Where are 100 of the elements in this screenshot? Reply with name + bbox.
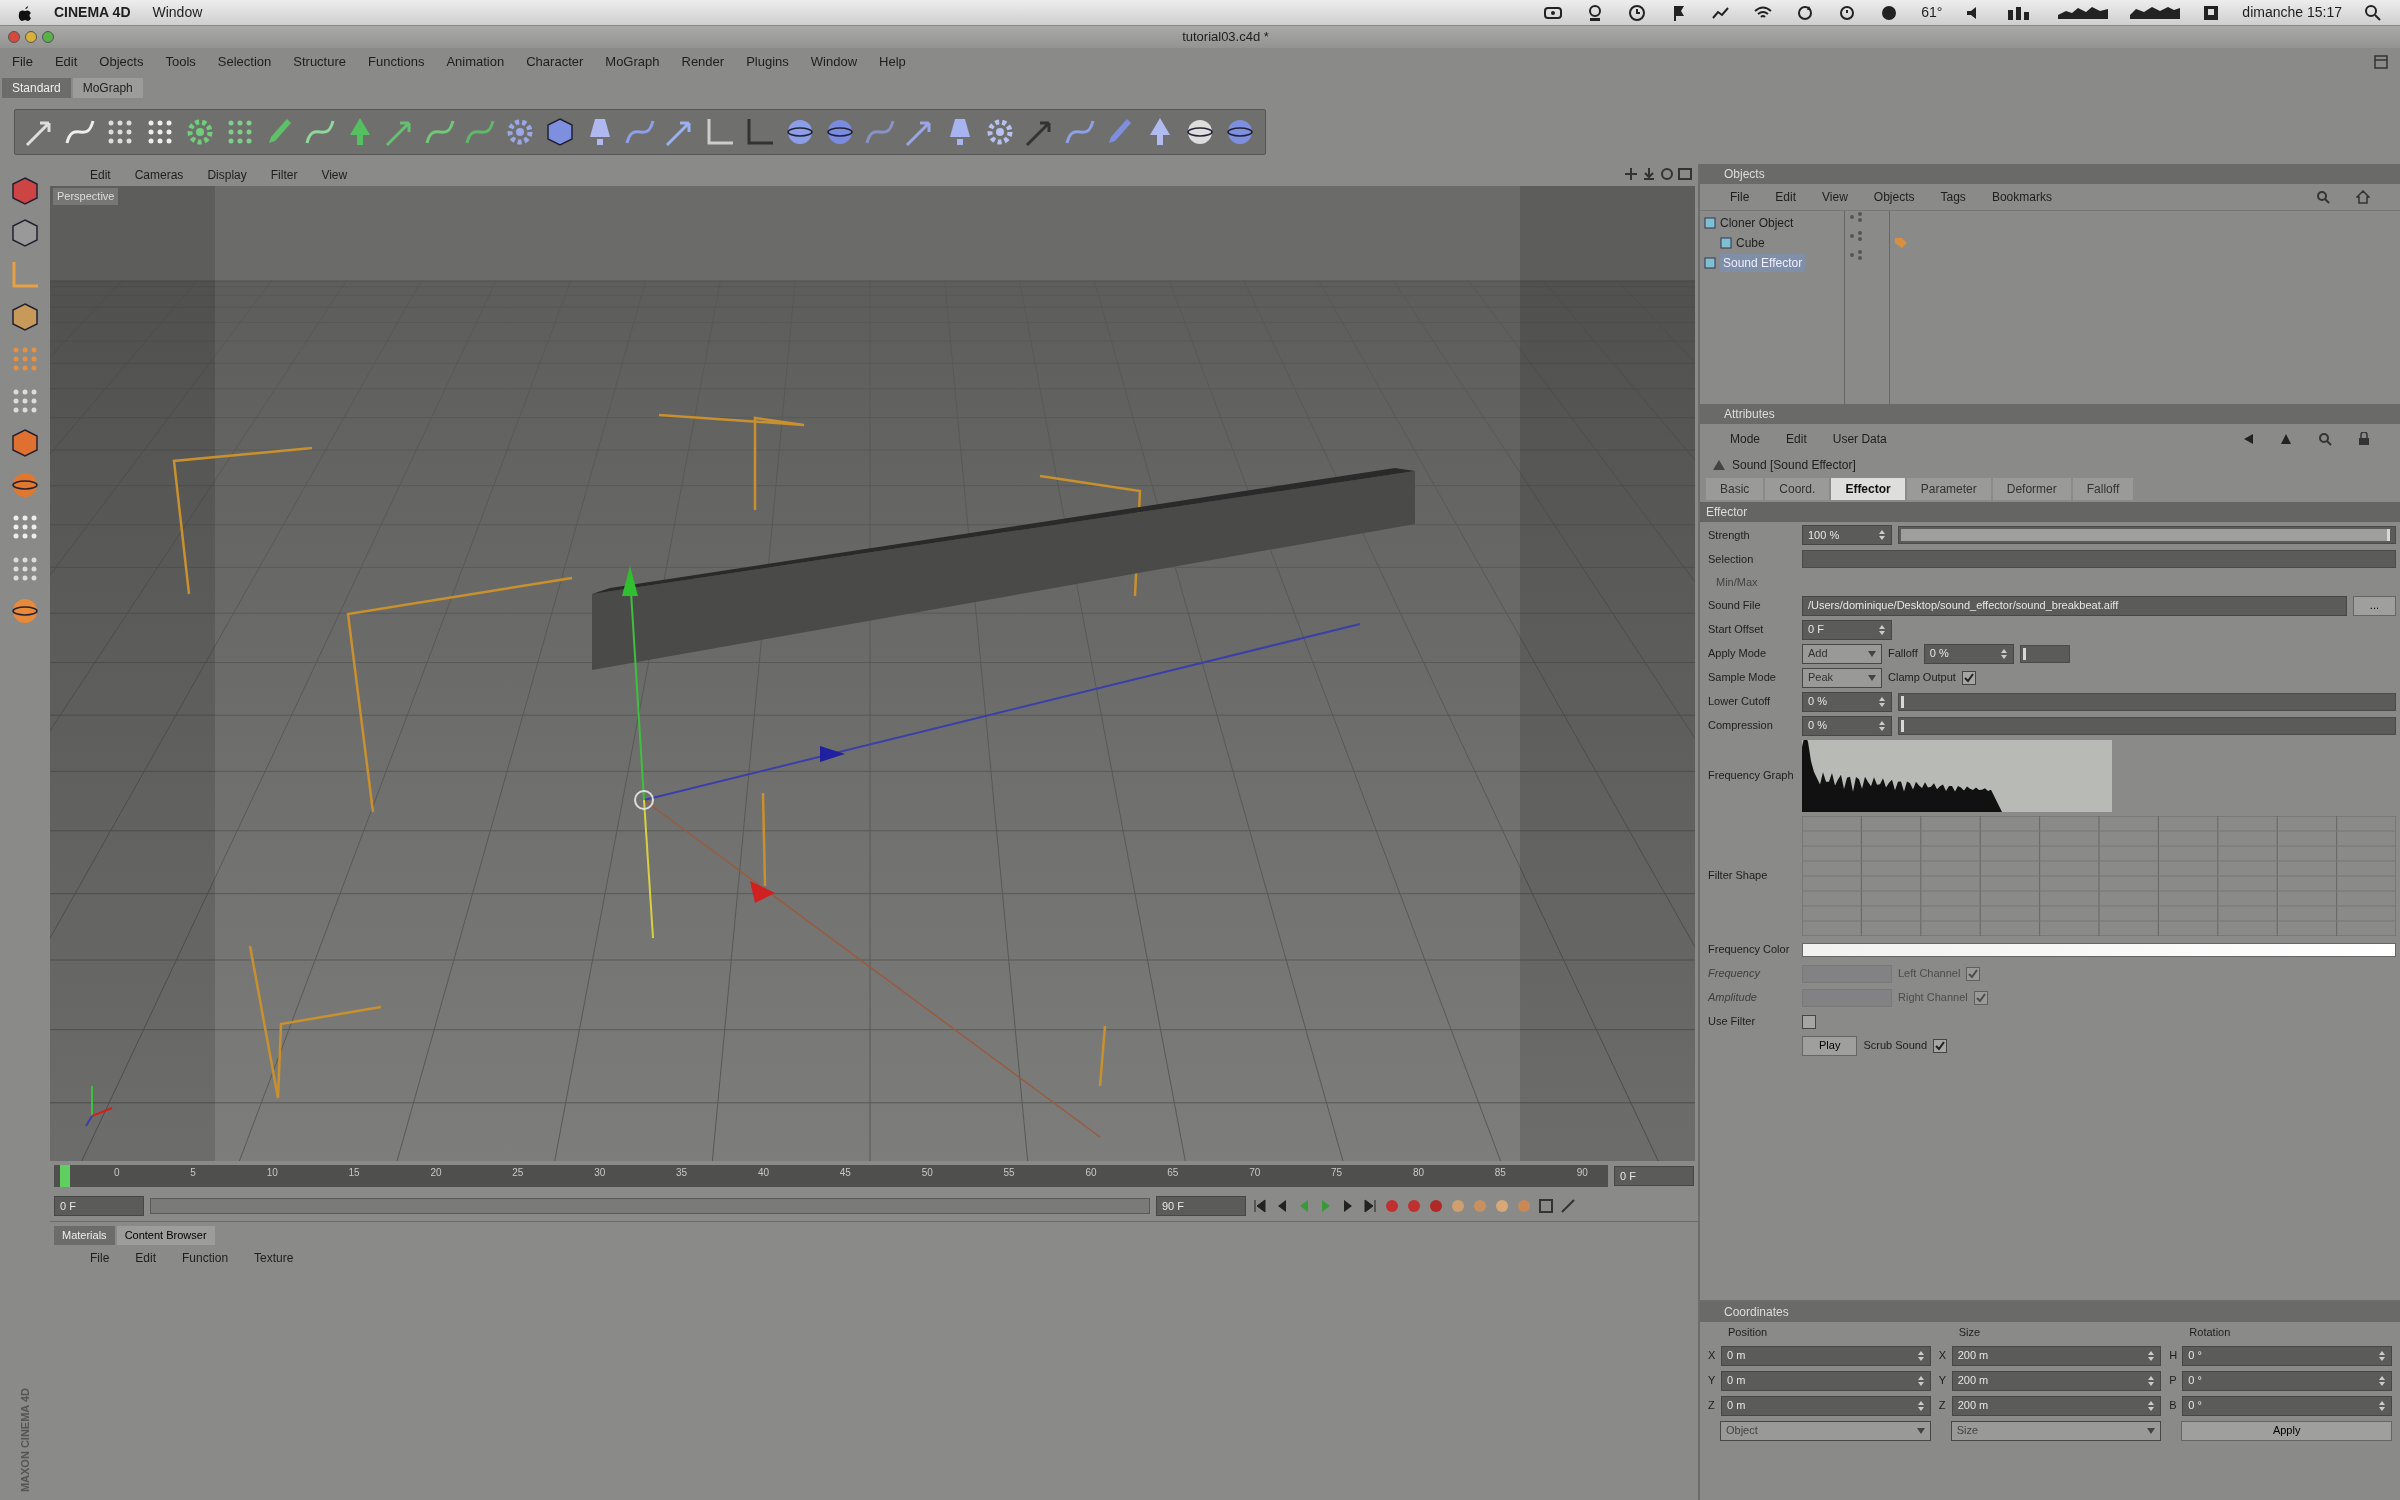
- app-menu[interactable]: CINEMA 4D: [54, 2, 131, 23]
- number-field[interactable]: 0 %: [1802, 691, 1892, 712]
- menu-item[interactable]: Functions: [368, 52, 425, 72]
- number-field[interactable]: 0 m: [1721, 1345, 1931, 1366]
- frame-field[interactable]: 0 F: [1614, 1166, 1694, 1186]
- back-arrow-icon[interactable]: [2242, 433, 2254, 445]
- menu-item[interactable]: Edit: [90, 166, 111, 184]
- layout-tab[interactable]: Standard: [2, 78, 71, 98]
- end-frame-field[interactable]: 90 F: [1156, 1196, 1246, 1216]
- apply-button[interactable]: Apply: [2181, 1420, 2392, 1441]
- menu-item[interactable]: Mode: [1730, 430, 1761, 448]
- slider-fill[interactable]: [2022, 647, 2026, 660]
- checkbox[interactable]: [1961, 670, 1976, 685]
- menu-item[interactable]: Tools: [165, 52, 196, 72]
- menu-item[interactable]: Objects: [1873, 188, 1915, 206]
- menu-item[interactable]: Help: [879, 52, 906, 72]
- color-gradient[interactable]: [1802, 942, 2396, 957]
- link-field[interactable]: [1802, 550, 2396, 568]
- attribute-tab[interactable]: Coord.: [1765, 478, 1830, 500]
- menu-item[interactable]: Texture: [254, 1248, 294, 1267]
- menu-item[interactable]: Bookmarks: [1991, 188, 2052, 206]
- layout-tab[interactable]: MoGraph: [72, 78, 143, 98]
- panel-icon[interactable]: [2374, 55, 2388, 69]
- menu-item[interactable]: Selection: [217, 52, 272, 72]
- attribute-tab[interactable]: Parameter: [1906, 478, 1991, 500]
- menu-item[interactable]: Render: [681, 52, 725, 72]
- number-field[interactable]: 0 %: [1802, 715, 1892, 736]
- menu-item[interactable]: Filter: [270, 166, 298, 184]
- stepper-arrows-icon[interactable]: [1916, 1399, 1925, 1412]
- menu-item[interactable]: Tags: [1940, 188, 1966, 206]
- menu-item[interactable]: Display: [207, 166, 247, 184]
- record-icon[interactable]: [1428, 1198, 1444, 1214]
- menu-item[interactable]: View: [1822, 188, 1848, 206]
- minimize-button[interactable]: [25, 31, 37, 43]
- menu-item[interactable]: Structure: [293, 52, 347, 72]
- rotate-icon[interactable]: [1660, 167, 1674, 181]
- number-field[interactable]: 200 m: [1951, 1370, 2162, 1391]
- menu-item[interactable]: MoGraph: [605, 52, 660, 72]
- number-field[interactable]: 0 m: [1721, 1370, 1931, 1391]
- stepper-arrows-icon[interactable]: [1878, 623, 1886, 636]
- stepper-arrows-icon[interactable]: [1916, 1374, 1925, 1387]
- menu-item[interactable]: Edit: [135, 1248, 157, 1267]
- browse-button[interactable]: ...: [2352, 595, 2396, 616]
- up-arrow-icon[interactable]: [2280, 433, 2292, 445]
- lock-icon[interactable]: [2358, 432, 2370, 446]
- zoom-button[interactable]: [42, 31, 54, 43]
- move-icon[interactable]: [1624, 167, 1638, 181]
- stepper-arrows-icon[interactable]: [1878, 529, 1886, 541]
- stepper-arrows-icon[interactable]: [1878, 719, 1886, 732]
- menu-item[interactable]: User Data: [1832, 430, 1887, 448]
- last-frame-icon[interactable]: [1362, 1198, 1378, 1214]
- number-field[interactable]: 200 m: [1951, 1395, 2162, 1416]
- slider-track[interactable]: [1898, 716, 2396, 735]
- dropdown[interactable]: Object: [1720, 1420, 1931, 1441]
- menu-item[interactable]: Plugins: [746, 52, 789, 72]
- attribute-tab[interactable]: Deformer: [1992, 478, 2071, 500]
- first-frame-icon[interactable]: [1252, 1198, 1268, 1214]
- stepper-arrows-icon[interactable]: [2378, 1374, 2386, 1387]
- checkbox[interactable]: [1802, 1014, 1816, 1029]
- stepper-arrows-icon[interactable]: [1878, 695, 1886, 708]
- search-icon[interactable]: [2364, 3, 2382, 22]
- stepper-arrows-icon[interactable]: [1916, 1349, 1925, 1362]
- menu-item[interactable]: File: [90, 1248, 110, 1267]
- stepper-arrows-icon[interactable]: [2147, 1349, 2156, 1362]
- menu-item[interactable]: Cameras: [134, 166, 184, 184]
- stepper-arrows-icon[interactable]: [2378, 1349, 2386, 1362]
- dropdown[interactable]: Add: [1802, 643, 1882, 664]
- menu-item[interactable]: View: [321, 166, 348, 184]
- number-field[interactable]: 100 %: [1802, 525, 1892, 545]
- menu-item[interactable]: Edit: [1786, 430, 1807, 448]
- dropdown[interactable]: Peak: [1802, 667, 1882, 688]
- window-icon[interactable]: [1678, 167, 1692, 181]
- menu-item[interactable]: File: [12, 52, 33, 72]
- download-icon[interactable]: [1642, 167, 1656, 181]
- number-field[interactable]: 0 F: [1802, 619, 1892, 640]
- panel-tab[interactable]: Materials: [54, 1226, 115, 1245]
- menu-item[interactable]: File: [1730, 188, 1750, 206]
- number-field[interactable]: 0 °: [2182, 1395, 2392, 1416]
- slider-fill[interactable]: [1901, 529, 2390, 541]
- attribute-tab[interactable]: Basic: [1706, 478, 1764, 500]
- menu-item[interactable]: Animation: [446, 52, 505, 72]
- menu-item[interactable]: Function: [182, 1248, 229, 1267]
- group-label[interactable]: Min/Max: [1716, 576, 1758, 588]
- stepper-arrows-icon[interactable]: [1999, 647, 2008, 660]
- menu-item[interactable]: Window: [810, 52, 858, 72]
- stepper-arrows-icon[interactable]: [2147, 1374, 2156, 1387]
- dropdown[interactable]: Size: [1950, 1420, 2162, 1441]
- attribute-tab[interactable]: Falloff: [2072, 478, 2134, 500]
- panel-tab[interactable]: Content Browser: [116, 1226, 215, 1245]
- home-icon[interactable]: [2356, 190, 2370, 204]
- play-button[interactable]: Play: [1802, 1035, 1858, 1056]
- menu-item[interactable]: Edit: [54, 52, 78, 72]
- slider-fill[interactable]: [1901, 719, 1904, 732]
- start-frame-field[interactable]: 0 F: [54, 1196, 144, 1216]
- menu-item[interactable]: Window: [152, 2, 203, 23]
- number-field[interactable]: 0 %: [1923, 643, 2014, 664]
- checkbox[interactable]: [1933, 1038, 1947, 1053]
- menu-item[interactable]: Edit: [1775, 188, 1797, 206]
- number-field[interactable]: 0 m: [1721, 1395, 1931, 1416]
- tree-item[interactable]: Cloner Object: [1700, 213, 1844, 233]
